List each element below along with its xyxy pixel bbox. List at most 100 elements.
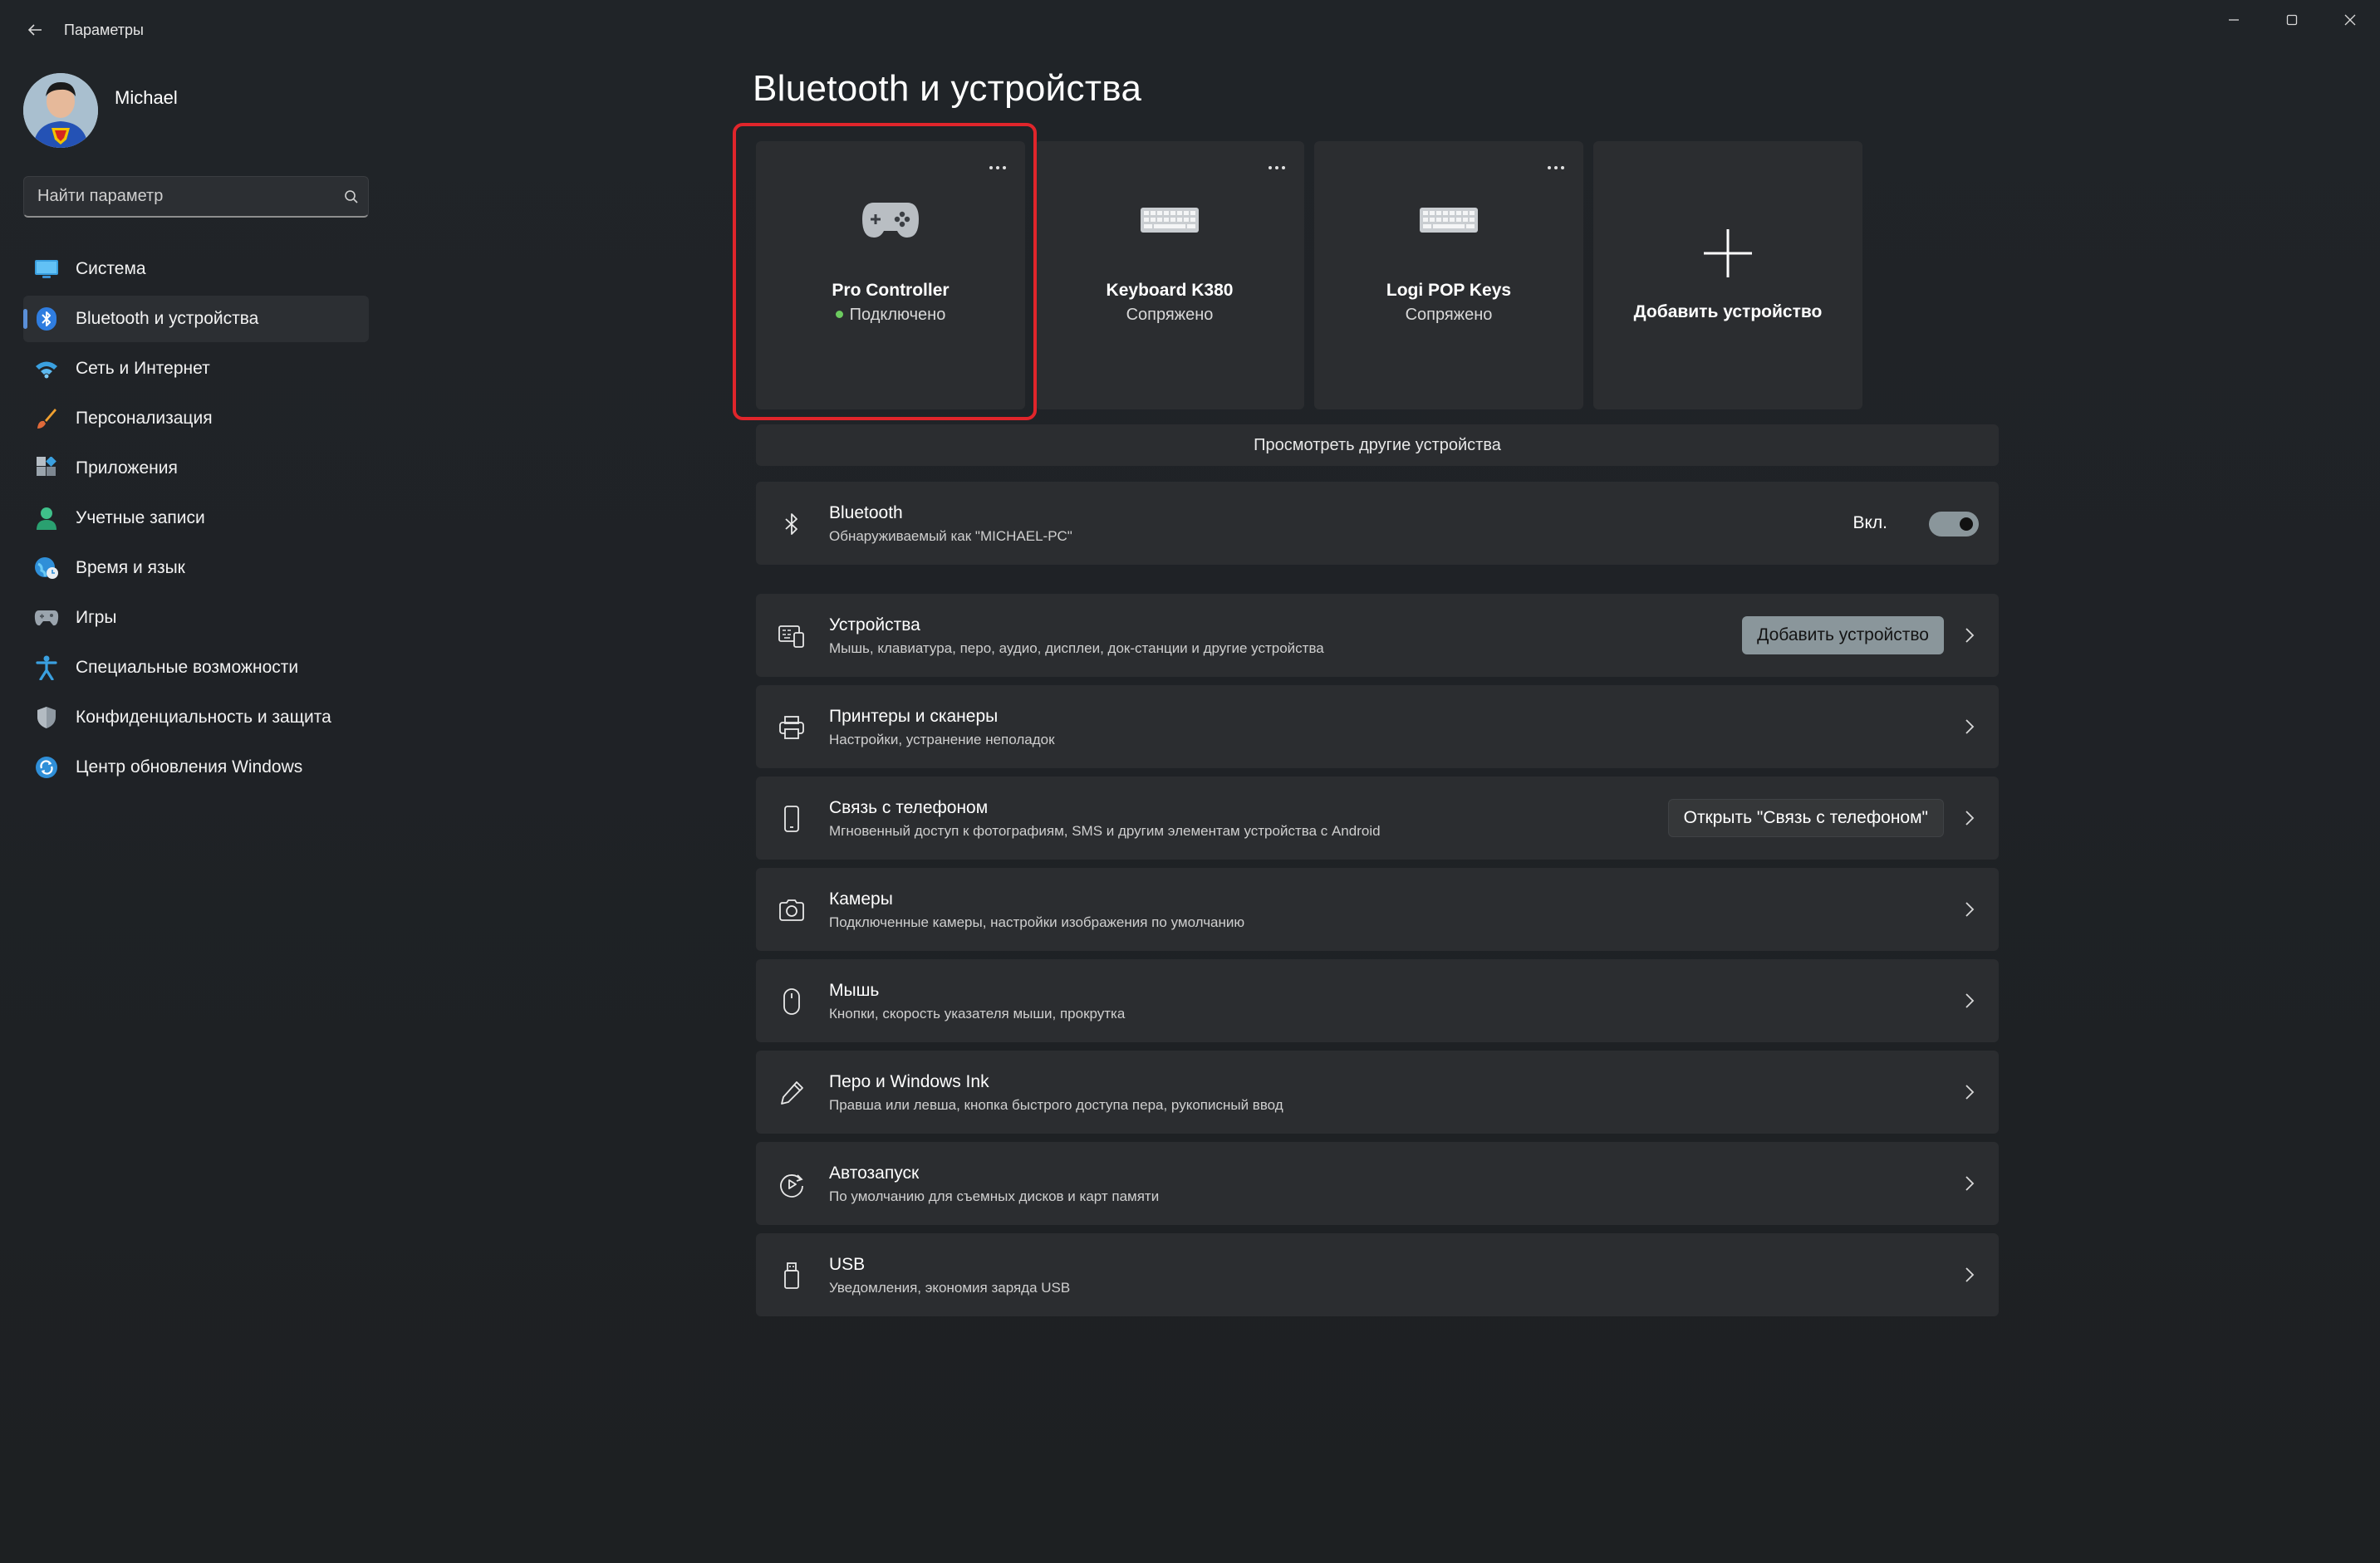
sidebar-item-accounts[interactable]: Учетные записи (23, 495, 369, 541)
minimize-button[interactable] (2206, 0, 2262, 40)
card-subtitle: Кнопки, скорость указателя мыши, прокрут… (829, 1006, 1126, 1022)
sidebar-item-accessibility[interactable]: Специальные возможности (23, 644, 369, 691)
chevron-right-icon (1960, 717, 1979, 737)
autoplay-card[interactable]: Автозапуск По умолчанию для съемных диск… (756, 1142, 1999, 1225)
cameras-card[interactable]: Камеры Подключенные камеры, настройки из… (756, 868, 1999, 951)
open-phone-link-button[interactable]: Открыть "Связь с телефоном" (1667, 799, 1944, 837)
globe-clock-icon (34, 556, 59, 581)
sidebar-item-label: Bluetooth и устройства (76, 309, 259, 328)
keyboard-icon (1418, 199, 1480, 241)
sidebar-item-network[interactable]: Сеть и Интернет (23, 345, 369, 392)
card-subtitle: Мгновенный доступ к фотографиям, SMS и д… (829, 823, 1381, 839)
close-icon (2344, 14, 2356, 26)
minimize-icon (2229, 19, 2239, 21)
card-title: Автозапуск (829, 1164, 920, 1183)
accessibility-icon (34, 655, 59, 680)
card-title: Связь с телефоном (829, 798, 989, 817)
maximize-button[interactable] (2264, 0, 2320, 40)
device-status: Сопряжено (1405, 306, 1493, 324)
sidebar-item-bluetooth[interactable]: Bluetooth и устройства (23, 296, 369, 342)
bluetooth-toggle[interactable] (1929, 512, 1979, 537)
brush-icon (34, 406, 59, 431)
sidebar-item-personalization[interactable]: Персонализация (23, 395, 369, 442)
chevron-right-icon (1960, 1173, 1979, 1193)
avatar (23, 73, 98, 148)
update-icon (34, 755, 59, 780)
app-title: Параметры (64, 22, 144, 38)
add-device-button[interactable]: Добавить устройство (1742, 616, 1944, 654)
chevron-right-icon (1960, 808, 1979, 828)
printers-card[interactable]: Принтеры и сканеры Настройки, устранение… (756, 685, 1999, 768)
device-status: Сопряжено (1126, 306, 1214, 324)
more-icon (1548, 166, 1564, 169)
sidebar-item-system[interactable]: Система (23, 246, 369, 292)
sidebar-item-time-language[interactable]: Время и язык (23, 545, 369, 591)
shield-icon (34, 705, 59, 730)
sidebar-item-apps[interactable]: Приложения (23, 445, 369, 492)
sidebar-item-label: Система (76, 259, 146, 278)
autoplay-icon (778, 1170, 806, 1198)
device-status-text: Подключено (849, 306, 946, 324)
device-tile-keyboard-k380[interactable]: Keyboard K380 Сопряжено (1035, 141, 1304, 409)
card-subtitle: Уведомления, экономия заряда USB (829, 1280, 1071, 1296)
apps-icon (34, 456, 59, 481)
card-subtitle: По умолчанию для съемных дисков и карт п… (829, 1188, 1160, 1204)
card-title: Принтеры и сканеры (829, 707, 999, 726)
sidebar-item-label: Специальные возможности (76, 658, 299, 677)
phone-link-card[interactable]: Связь с телефоном Мгновенный доступ к фо… (756, 777, 1999, 860)
bluetooth-icon (778, 510, 806, 538)
more-icon (1269, 166, 1285, 169)
sidebar-item-label: Игры (76, 608, 117, 627)
back-button[interactable] (18, 13, 52, 47)
search-input[interactable] (24, 186, 335, 207)
card-subtitle: Подключенные камеры, настройки изображен… (829, 914, 1245, 930)
chevron-right-icon (1960, 899, 1979, 919)
add-device-tile[interactable]: Добавить устройство (1593, 141, 1862, 409)
add-device-label: Добавить устройство (1633, 302, 1823, 321)
more-options-button[interactable] (1264, 159, 1289, 176)
wifi-icon (34, 356, 59, 381)
connected-indicator (835, 311, 843, 318)
sidebar-item-privacy[interactable]: Конфиденциальность и защита (23, 694, 369, 741)
card-subtitle: Мышь, клавиатура, перо, аудио, дисплеи, … (829, 640, 1324, 656)
printer-icon (778, 713, 806, 742)
settings-window: Параметры Michael Найти параметр Система… (0, 0, 2380, 1563)
device-tile-pro-controller[interactable]: Pro Controller Подключено (756, 141, 1025, 409)
card-subtitle: Правша или левша, кнопка быстрого доступ… (829, 1097, 1283, 1113)
sidebar-item-windows-update[interactable]: Центр обновления Windows (23, 744, 369, 791)
sidebar-item-label: Центр обновления Windows (76, 757, 303, 777)
user-profile[interactable]: Michael (23, 72, 178, 149)
pen-card[interactable]: Перо и Windows Ink Правша или левша, кно… (756, 1051, 1999, 1134)
device-name: Logi POP Keys (1386, 281, 1512, 300)
close-button[interactable] (2322, 0, 2378, 40)
camera-icon (778, 896, 806, 924)
bluetooth-icon (34, 306, 59, 331)
card-title: Камеры (829, 889, 893, 909)
card-title: Перо и Windows Ink (829, 1072, 989, 1091)
sidebar-item-label: Конфиденциальность и защита (76, 708, 331, 727)
mouse-card[interactable]: Мышь Кнопки, скорость указателя мыши, пр… (756, 959, 1999, 1042)
sidebar-item-label: Приложения (76, 458, 178, 478)
card-subtitle: Настройки, устранение неполадок (829, 732, 1055, 747)
usb-card[interactable]: USB Уведомления, экономия заряда USB (756, 1233, 1999, 1316)
usb-icon (778, 1262, 806, 1290)
person-icon (34, 506, 59, 531)
maximize-icon (2286, 14, 2298, 26)
sidebar-item-label: Время и язык (76, 558, 185, 577)
card-title: Bluetooth (829, 503, 903, 522)
device-tile-logi-pop-keys[interactable]: Logi POP Keys Сопряжено (1314, 141, 1583, 409)
devices-card[interactable]: Устройства Мышь, клавиатура, перо, аудио… (756, 594, 1999, 677)
sidebar-item-gaming[interactable]: Игры (23, 595, 369, 641)
more-options-button[interactable] (1543, 159, 1568, 176)
more-options-button[interactable] (985, 159, 1010, 176)
monitor-icon (34, 257, 59, 282)
user-name: Michael (115, 87, 178, 108)
gamepad-icon (861, 199, 920, 241)
sidebar-item-label: Персонализация (76, 409, 213, 428)
sidebar-item-label: Учетные записи (76, 508, 205, 527)
plus-icon (1702, 228, 1754, 279)
arrow-left-icon (27, 24, 42, 36)
chevron-right-icon (1960, 625, 1979, 645)
view-more-devices-button[interactable]: Просмотреть другие устройства (756, 424, 1999, 466)
search-box[interactable] (23, 176, 369, 218)
